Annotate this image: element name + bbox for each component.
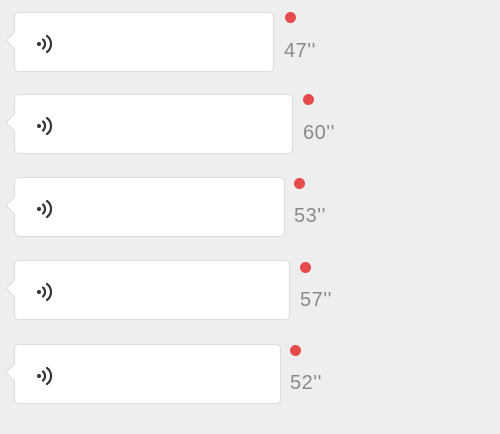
voice-wave-icon xyxy=(37,116,53,136)
voice-message-list: { "messages": [ {"duration": "47''", "un… xyxy=(0,0,500,434)
unread-dot xyxy=(290,345,301,356)
voice-wave-icon xyxy=(37,199,53,219)
voice-bubble[interactable] xyxy=(14,344,281,404)
unread-dot xyxy=(303,94,314,105)
unread-dot xyxy=(300,262,311,273)
duration-label: 57'' xyxy=(300,289,332,311)
duration-label: 53'' xyxy=(294,205,326,227)
unread-dot xyxy=(294,178,305,189)
voice-wave-icon xyxy=(37,34,53,54)
duration-label: 47'' xyxy=(284,40,316,62)
voice-bubble[interactable] xyxy=(14,94,293,154)
voice-wave-icon xyxy=(37,366,53,386)
duration-label: 60'' xyxy=(303,122,335,144)
unread-dot xyxy=(285,12,296,23)
voice-wave-icon xyxy=(37,282,53,302)
voice-bubble[interactable] xyxy=(14,177,285,237)
voice-bubble[interactable] xyxy=(14,260,290,320)
voice-bubble[interactable] xyxy=(14,12,274,72)
duration-label: 52'' xyxy=(290,372,322,394)
